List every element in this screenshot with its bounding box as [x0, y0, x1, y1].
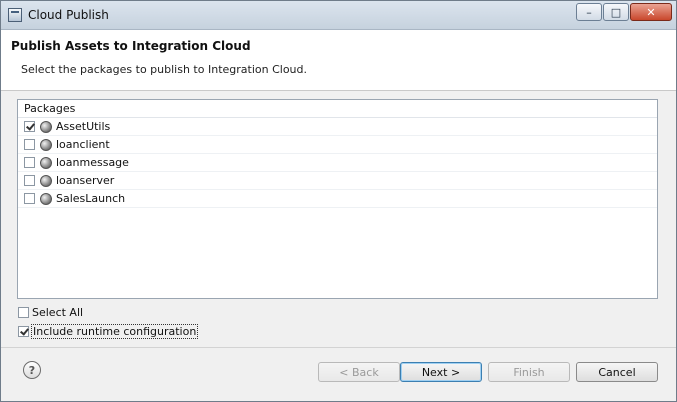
package-checkbox[interactable]	[24, 139, 35, 150]
title-bar: Cloud Publish – □ ✕	[1, 1, 676, 30]
page-subtitle: Select the packages to publish to Integr…	[21, 63, 307, 76]
page-title: Publish Assets to Integration Cloud	[11, 39, 251, 53]
package-label: loanserver	[56, 174, 115, 187]
packages-heading: Packages	[18, 100, 657, 118]
package-checkbox[interactable]	[24, 193, 35, 204]
next-button[interactable]: Next >	[400, 362, 482, 382]
package-icon	[40, 192, 52, 205]
footer-separator	[1, 347, 676, 348]
include-runtime-label: Include runtime configuration	[31, 324, 199, 339]
cloud-publish-dialog: Cloud Publish – □ ✕ Publish Assets to In…	[0, 0, 677, 402]
minimize-button[interactable]: –	[576, 3, 602, 21]
packages-list-box: Packages AssetUtils loanclient loanmessa…	[17, 99, 658, 299]
package-label: AssetUtils	[56, 120, 111, 133]
include-runtime-checkbox[interactable]	[18, 326, 29, 337]
select-all-checkbox[interactable]	[18, 307, 29, 318]
help-icon[interactable]: ?	[23, 361, 41, 379]
package-row-saleslaunch[interactable]: SalesLaunch	[18, 190, 657, 208]
maximize-button[interactable]: □	[603, 3, 629, 21]
package-row-loanserver[interactable]: loanserver	[18, 172, 657, 190]
select-all-label: Select All	[32, 306, 84, 319]
package-row-loanmessage[interactable]: loanmessage	[18, 154, 657, 172]
package-checkbox[interactable]	[24, 121, 35, 132]
include-runtime-option[interactable]: Include runtime configuration	[18, 324, 199, 339]
package-icon	[40, 120, 52, 133]
cancel-button[interactable]: Cancel	[576, 362, 658, 382]
packages-list: AssetUtils loanclient loanmessage loanse…	[18, 118, 657, 208]
finish-button[interactable]: Finish	[488, 362, 570, 382]
back-button[interactable]: < Back	[318, 362, 400, 382]
wizard-header: Publish Assets to Integration Cloud Sele…	[1, 30, 676, 91]
package-label: loanclient	[56, 138, 110, 151]
select-all-option[interactable]: Select All	[18, 306, 83, 319]
package-label: SalesLaunch	[56, 192, 126, 205]
package-label: loanmessage	[56, 156, 129, 169]
package-row-assetutils[interactable]: AssetUtils	[18, 118, 657, 136]
package-checkbox[interactable]	[24, 157, 35, 168]
window-title: Cloud Publish	[28, 8, 109, 22]
package-icon	[40, 156, 52, 169]
package-icon	[40, 174, 52, 187]
close-button[interactable]: ✕	[630, 3, 672, 21]
package-checkbox[interactable]	[24, 175, 35, 186]
window-icon	[8, 8, 22, 22]
package-row-loanclient[interactable]: loanclient	[18, 136, 657, 154]
package-icon	[40, 138, 52, 151]
